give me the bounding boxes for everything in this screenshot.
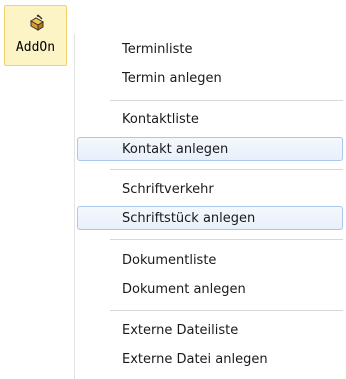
menu-item-label: Kontaktliste <box>122 112 199 127</box>
screen: AddOn Terminliste Termin anlegen Kontakt… <box>0 0 346 379</box>
menu-item-label: Kontakt anlegen <box>122 142 229 157</box>
menu-item-externe-dateiliste[interactable]: Externe Dateiliste <box>77 318 343 342</box>
menu-item-termin-anlegen[interactable]: Termin anlegen <box>77 66 343 90</box>
menu-item-label: Schriftverkehr <box>122 182 214 197</box>
menu-separator <box>110 169 343 170</box>
menu-item-label: Externe Datei anlegen <box>122 352 268 367</box>
menu-item-dokumentliste[interactable]: Dokumentliste <box>77 248 343 272</box>
menu-item-schriftstueck-anlegen[interactable]: Schriftstück anlegen <box>77 206 343 230</box>
menu-item-label: Dokument anlegen <box>122 282 246 297</box>
menu-separator <box>110 310 343 311</box>
addon-button-label: AddOn <box>15 40 56 55</box>
menu-item-label: Schriftstück anlegen <box>122 211 256 226</box>
menu-item-schriftverkehr[interactable]: Schriftverkehr <box>77 177 343 201</box>
menu-item-kontaktliste[interactable]: Kontaktliste <box>77 107 343 131</box>
menu-item-kontakt-anlegen[interactable]: Kontakt anlegen <box>77 137 343 161</box>
menu-item-label: Dokumentliste <box>122 253 217 268</box>
addon-tool-icon <box>30 14 44 31</box>
menu-item-dokument-anlegen[interactable]: Dokument anlegen <box>77 277 343 301</box>
menu-item-label: Terminliste <box>122 42 193 57</box>
menu-separator <box>110 239 343 240</box>
menu-item-label: Termin anlegen <box>122 71 222 86</box>
addon-button[interactable]: AddOn <box>4 5 67 66</box>
menu-item-externe-datei-anlegen[interactable]: Externe Datei anlegen <box>77 347 343 371</box>
menu-gutter-line <box>74 34 75 379</box>
addon-dropdown-menu: Terminliste Termin anlegen Kontaktliste … <box>74 34 346 379</box>
menu-item-label: Externe Dateiliste <box>122 323 239 338</box>
menu-item-terminliste[interactable]: Terminliste <box>77 37 343 61</box>
menu-separator <box>110 100 343 101</box>
